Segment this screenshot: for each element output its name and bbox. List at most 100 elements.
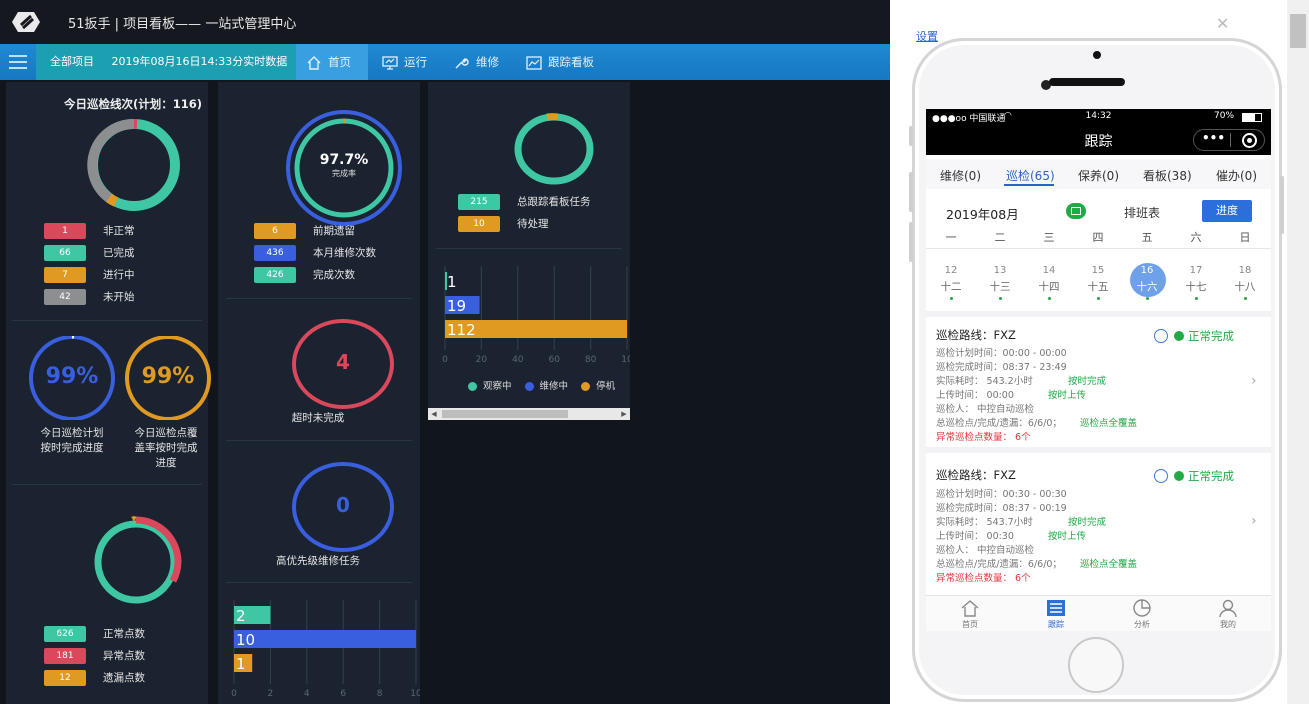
nav-profile[interactable]: 我的: [1208, 599, 1248, 630]
phone-home-button[interactable]: [1068, 637, 1124, 693]
tick-label: 6: [340, 689, 346, 699]
project-selector[interactable]: 全部项目 2019年08月16日14:33分实时数据: [36, 44, 296, 80]
scroll-thumb[interactable]: [442, 410, 568, 418]
nav-analysis[interactable]: 分析: [1122, 599, 1162, 630]
bar-value-label: 2: [236, 607, 246, 625]
gauge-plan-progress: 99%: [24, 336, 120, 420]
scroll-left-icon[interactable]: ◀: [428, 408, 440, 420]
label-line: 按时完成进度: [40, 442, 104, 454]
nav-label: 跟踪: [1048, 620, 1064, 629]
nav-label: 我的: [1220, 620, 1236, 629]
toggle-calendar-icon[interactable]: [1066, 203, 1086, 219]
lunar-day: 十三: [989, 281, 1011, 293]
stat-total-tracking: 215 总跟踪看板任务: [458, 194, 591, 212]
stat-value: 12: [44, 670, 86, 686]
gauge-value: 99%: [45, 364, 99, 389]
progress-button[interactable]: 进度: [1202, 200, 1252, 222]
tick-label: 4: [304, 689, 310, 699]
coverage-tag: 巡检点全覆盖: [1080, 559, 1138, 570]
inspector: 巡检人： 中控自动巡检: [936, 404, 1035, 415]
tick-label: 0: [231, 689, 237, 699]
front-camera: [1093, 51, 1101, 59]
tab-patrol[interactable]: 巡检(65): [1006, 167, 1055, 184]
more-icon[interactable]: •••: [1202, 131, 1225, 145]
realtime-datetime: 2019年08月16日14:33分实时数据: [111, 55, 288, 68]
nav-tracking[interactable]: 跟踪: [1036, 599, 1076, 630]
plan-time: 巡检计划时间：00:30 - 00:30: [936, 489, 1067, 500]
lunar-day: 十二: [940, 281, 962, 293]
day-number[interactable]: 14: [1034, 265, 1064, 276]
done-time: 巡检完成时间：08:37 - 00:19: [936, 503, 1067, 514]
tab-maintain[interactable]: 保养(0): [1078, 167, 1119, 184]
stat-value: 10: [458, 216, 500, 232]
divider: [12, 484, 202, 485]
label-line: 盖率按时完成: [134, 442, 198, 454]
tracking-bar-chart: 0 20 40 60 80 10 1 19 112: [442, 266, 630, 365]
page-scrollbar[interactable]: [1287, 0, 1309, 704]
weekday-label: 四: [1092, 231, 1104, 244]
tab-maintenance[interactable]: 维修: [444, 44, 509, 80]
list-icon: [1047, 600, 1065, 616]
miniapp-title-bar: 跟踪 •••: [926, 125, 1271, 155]
close-miniapp-icon[interactable]: [1242, 133, 1257, 148]
stat-value: 1: [44, 223, 86, 239]
route-name: 巡检路线：FXZ: [936, 468, 1016, 482]
hamburger-menu-icon[interactable]: [9, 55, 27, 69]
tab-run[interactable]: 运行: [372, 44, 437, 80]
patrol-card[interactable]: 巡检路线：FXZ 正常完成 巡检计划时间：00:00 - 00:00 巡检完成时…: [926, 317, 1271, 447]
scroll-right-icon[interactable]: ▶: [618, 408, 630, 420]
horizontal-scrollbar[interactable]: ◀ ▶: [428, 408, 630, 420]
stat-value: 436: [254, 245, 296, 261]
chevron-right-icon[interactable]: ›: [1251, 373, 1257, 389]
upload-tag: 按时上传: [1048, 390, 1087, 401]
status-text: 正常完成: [1188, 469, 1234, 483]
points-donut-chart: [94, 516, 182, 604]
tab-repair[interactable]: 维修(0): [940, 167, 981, 184]
tab-home[interactable]: 首页: [296, 44, 368, 80]
tab-home-label: 首页: [328, 55, 351, 69]
tab-board[interactable]: 看板(38): [1143, 167, 1192, 184]
lunar-day: 十五: [1087, 281, 1109, 293]
tab-tracking-board[interactable]: 跟踪看板: [516, 44, 604, 80]
day-number[interactable]: 15: [1083, 265, 1113, 276]
chart-icon: [526, 55, 542, 70]
tick-label: 8: [377, 689, 383, 699]
tick-label: 20: [476, 355, 488, 365]
priority-value: 0: [336, 493, 350, 517]
day-number[interactable]: 18: [1230, 265, 1260, 276]
miniapp-capsule: •••: [1193, 129, 1265, 151]
tick-label: 60: [548, 355, 560, 365]
patrol-card[interactable]: 巡检路线：FXZ 正常完成 巡检计划时间：00:30 - 00:30 巡检完成时…: [926, 453, 1271, 584]
plan-time: 巡检计划时间：00:00 - 00:00: [936, 348, 1067, 359]
nav-home[interactable]: 首页: [950, 599, 990, 630]
user-icon: [1219, 599, 1237, 618]
page-scroll-thumb[interactable]: [1290, 14, 1306, 48]
day-number[interactable]: 12: [936, 265, 966, 276]
settings-link[interactable]: 设置: [916, 28, 938, 44]
gauge-value: 99%: [141, 364, 195, 389]
day-number[interactable]: 13: [985, 265, 1015, 276]
legend-label: 停机: [596, 381, 616, 392]
tab-urge[interactable]: 催办(0): [1216, 167, 1257, 184]
stat-legacy: 6 前期遗留: [254, 223, 376, 241]
stat-completed-repairs: 426 完成次数: [254, 267, 376, 285]
app-logo-icon: [12, 12, 40, 32]
patrol-donut-chart: [87, 118, 180, 211]
chevron-right-icon[interactable]: ›: [1251, 513, 1257, 529]
schedule-link[interactable]: 排班表: [1124, 204, 1160, 221]
module-tabs: 维修(0) 巡检(65) 保养(0) 看板(38) 催办(0): [926, 159, 1271, 189]
day-number[interactable]: 16: [1132, 265, 1162, 276]
status-text: 正常完成: [1188, 329, 1234, 343]
time-cost: 实际耗时： 543.2小时: [936, 376, 1033, 387]
legend-label: 维修中: [539, 381, 569, 392]
day-number[interactable]: 17: [1181, 265, 1211, 276]
power-key: [1280, 176, 1284, 234]
label-line: 进度: [155, 457, 177, 469]
stat-pending: 10 待处理: [458, 216, 591, 234]
route-name: 巡检路线：FXZ: [936, 328, 1016, 342]
stat-monthly-repairs: 436 本月维修次数: [254, 245, 376, 263]
close-icon[interactable]: ✕: [1216, 14, 1229, 33]
stat-value: 426: [254, 267, 296, 283]
sync-icon: [1154, 329, 1168, 343]
weekday-label: 二: [994, 231, 1006, 244]
